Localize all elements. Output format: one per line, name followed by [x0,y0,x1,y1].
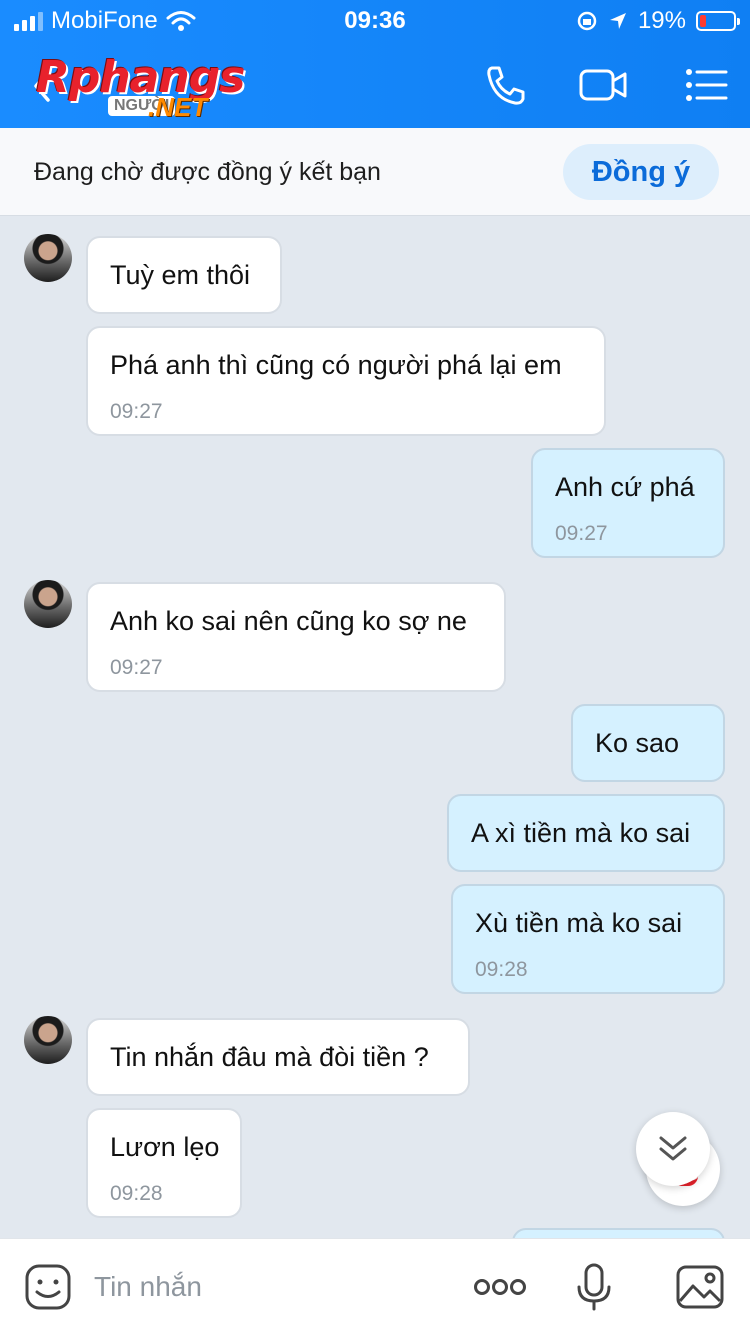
scroll-to-bottom-button[interactable] [636,1112,710,1186]
status-right: 19% [576,7,740,35]
battery-icon [696,11,740,31]
message-text: Anh ko sai nên cũng ko sợ ne [110,606,467,636]
message-bubble[interactable]: Ko sao [571,704,725,782]
message-text: A xì tiền mà ko sai [471,818,691,848]
avatar[interactable] [24,580,72,628]
message-text: Lươn lẹo [110,1132,220,1162]
avatar[interactable] [24,234,72,282]
message-input-bar [0,1238,750,1334]
message-bubble[interactable]: Tuỳ em thôi [86,236,282,314]
chat-header: MobiFone 09:36 19% Rphangs NGƯỜI .NET [0,0,750,128]
microphone-icon[interactable] [568,1261,620,1313]
message-text: Tin nhắn đâu mà đòi tiền ? [110,1042,429,1072]
location-icon [609,13,626,29]
message-bubble[interactable]: Anh ko sai nên cũng ko sợ ne 09:27 [86,582,506,692]
message-bubble[interactable]: Tin nhắn đâu mà đòi tiền ? [86,1018,470,1096]
battery-percent: 19% [637,7,686,34]
message-time: 09:27 [110,400,163,423]
accept-friend-button[interactable]: Đồng ý [563,144,719,200]
message-time: 09:27 [555,522,608,545]
video-camera-icon[interactable] [578,62,628,108]
message-text: Anh cứ phá [555,472,695,502]
friend-request-banner: Đang chờ được đồng ý kết bạn Đồng ý [0,128,750,216]
message-time: 09:28 [475,958,528,981]
message-time: 09:28 [110,1182,163,1205]
message-text: Xù tiền mà ko sai [475,908,683,938]
friend-request-text: Đang chờ được đồng ý kết bạn [34,158,381,186]
message-text: Tuỳ em thôi [110,260,251,290]
message-bubble[interactable]: Phá anh thì cũng có người phá lại em 09:… [86,326,606,436]
battery-level [700,15,707,27]
phone-icon[interactable] [480,62,530,108]
status-bar: MobiFone 09:36 19% [0,0,750,42]
more-icon[interactable] [470,1261,530,1313]
message-bubble[interactable]: Lươn lẹo 09:28 [86,1108,242,1218]
nav-bar: Rphangs NGƯỜI .NET [0,42,750,128]
message-time: 09:27 [110,656,163,679]
message-text: Ko sao [595,728,680,758]
logo-net-text: .NET [148,92,208,122]
message-bubble[interactable]: A xì tiền mà ko sai [447,794,725,872]
watermark-logo: Rphangs NGƯỜI .NET [36,52,266,128]
message-bubble[interactable]: Anh cứ phá 09:27 [531,448,725,558]
double-chevron-down-icon [659,1136,687,1161]
rotation-lock-icon [577,11,597,31]
menu-icon[interactable] [682,62,732,108]
image-icon[interactable] [674,1261,726,1313]
sticker-icon[interactable] [22,1261,74,1313]
message-input[interactable] [94,1267,444,1307]
message-bubble[interactable]: Xù tiền mà ko sai 09:28 [451,884,725,994]
message-text: Phá anh thì cũng có người phá lại em [110,350,562,380]
avatar[interactable] [24,1016,72,1064]
